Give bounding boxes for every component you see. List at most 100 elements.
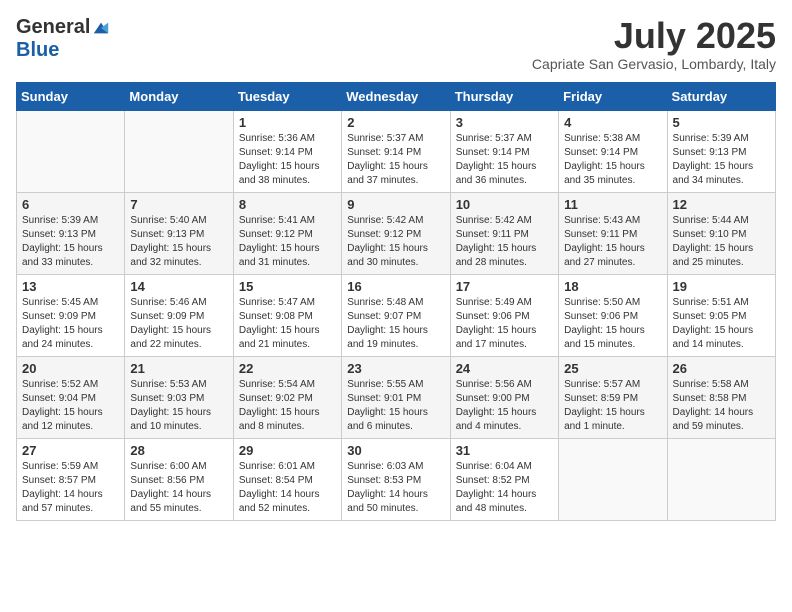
day-number: 30	[347, 443, 444, 458]
calendar-row: 1Sunrise: 5:36 AM Sunset: 9:14 PM Daylig…	[17, 110, 776, 192]
calendar-cell: 4 Sunrise: 5:38 AM Sunset: 9:14 PM Daylig…	[559, 110, 667, 192]
day-number: 21	[130, 361, 227, 376]
day-number: 26	[673, 361, 770, 376]
day-info: Sunrise: 5:42 AM Sunset: 9:12 PM Dayligh…	[347, 214, 444, 270]
day-number: 3	[456, 115, 553, 130]
calendar-cell	[559, 438, 667, 520]
day-number: 28	[130, 443, 227, 458]
day-info: Sunrise: 5:39 AM Sunset: 9:13 PM Dayligh…	[22, 214, 119, 270]
calendar-cell: 20 Sunrise: 5:52 AM Sunset: 9:04 PM Dayli…	[17, 356, 125, 438]
day-number: 19	[673, 279, 770, 294]
calendar-cell: 28 Sunrise: 6:00 AM Sunset: 8:56 PM Dayli…	[125, 438, 233, 520]
calendar-cell: 14 Sunrise: 5:46 AM Sunset: 9:09 PM Dayli…	[125, 274, 233, 356]
calendar-cell: 8Sunrise: 5:41 AM Sunset: 9:12 PM Daylig…	[233, 192, 341, 274]
day-info: Sunrise: 5:56 AM Sunset: 9:00 PM Dayligh…	[456, 378, 553, 434]
calendar-cell: 25Sunrise: 5:57 AM Sunset: 8:59 PM Dayli…	[559, 356, 667, 438]
day-number: 18	[564, 279, 661, 294]
day-number: 17	[456, 279, 553, 294]
day-info: Sunrise: 5:37 AM Sunset: 9:14 PM Dayligh…	[347, 132, 444, 188]
logo-icon	[92, 19, 110, 37]
calendar-row: 6 Sunrise: 5:39 AM Sunset: 9:13 PM Daylig…	[17, 192, 776, 274]
day-number: 31	[456, 443, 553, 458]
subtitle: Capriate San Gervasio, Lombardy, Italy	[532, 56, 776, 72]
day-number: 25	[564, 361, 661, 376]
calendar-cell: 26Sunrise: 5:58 AM Sunset: 8:58 PM Dayli…	[667, 356, 775, 438]
col-header-saturday: Saturday	[667, 82, 775, 110]
calendar-cell: 18 Sunrise: 5:50 AM Sunset: 9:06 PM Dayli…	[559, 274, 667, 356]
calendar: SundayMondayTuesdayWednesdayThursdayFrid…	[16, 82, 776, 521]
col-header-sunday: Sunday	[17, 82, 125, 110]
day-info: Sunrise: 5:40 AM Sunset: 9:13 PM Dayligh…	[130, 214, 227, 270]
day-info: Sunrise: 5:59 AM Sunset: 8:57 PM Dayligh…	[22, 460, 119, 516]
day-number: 13	[22, 279, 119, 294]
calendar-cell: 11 Sunrise: 5:43 AM Sunset: 9:11 PM Dayli…	[559, 192, 667, 274]
header-row: SundayMondayTuesdayWednesdayThursdayFrid…	[17, 82, 776, 110]
day-number: 20	[22, 361, 119, 376]
calendar-cell: 23 Sunrise: 5:55 AM Sunset: 9:01 PM Dayli…	[342, 356, 450, 438]
day-number: 15	[239, 279, 336, 294]
day-info: Sunrise: 5:53 AM Sunset: 9:03 PM Dayligh…	[130, 378, 227, 434]
day-info: Sunrise: 5:46 AM Sunset: 9:09 PM Dayligh…	[130, 296, 227, 352]
day-number: 7	[130, 197, 227, 212]
logo-blue-text: Blue	[16, 39, 59, 62]
day-number: 6	[22, 197, 119, 212]
day-number: 22	[239, 361, 336, 376]
day-number: 5	[673, 115, 770, 130]
calendar-cell: 9 Sunrise: 5:42 AM Sunset: 9:12 PM Daylig…	[342, 192, 450, 274]
day-info: Sunrise: 5:47 AM Sunset: 9:08 PM Dayligh…	[239, 296, 336, 352]
day-number: 23	[347, 361, 444, 376]
logo: General Blue	[16, 16, 110, 62]
day-info: Sunrise: 5:54 AM Sunset: 9:02 PM Dayligh…	[239, 378, 336, 434]
day-info: Sunrise: 5:49 AM Sunset: 9:06 PM Dayligh…	[456, 296, 553, 352]
calendar-cell: 24 Sunrise: 5:56 AM Sunset: 9:00 PM Dayli…	[450, 356, 558, 438]
day-number: 27	[22, 443, 119, 458]
day-info: Sunrise: 5:39 AM Sunset: 9:13 PM Dayligh…	[673, 132, 770, 188]
day-number: 11	[564, 197, 661, 212]
title-area: July 2025 Capriate San Gervasio, Lombard…	[532, 16, 776, 72]
col-header-monday: Monday	[125, 82, 233, 110]
calendar-cell: 29Sunrise: 6:01 AM Sunset: 8:54 PM Dayli…	[233, 438, 341, 520]
calendar-cell: 6 Sunrise: 5:39 AM Sunset: 9:13 PM Daylig…	[17, 192, 125, 274]
calendar-cell: 7 Sunrise: 5:40 AM Sunset: 9:13 PM Daylig…	[125, 192, 233, 274]
day-number: 14	[130, 279, 227, 294]
day-info: Sunrise: 5:38 AM Sunset: 9:14 PM Dayligh…	[564, 132, 661, 188]
day-number: 4	[564, 115, 661, 130]
col-header-friday: Friday	[559, 82, 667, 110]
calendar-cell: 19 Sunrise: 5:51 AM Sunset: 9:05 PM Dayli…	[667, 274, 775, 356]
col-header-thursday: Thursday	[450, 82, 558, 110]
day-info: Sunrise: 5:43 AM Sunset: 9:11 PM Dayligh…	[564, 214, 661, 270]
calendar-cell: 17 Sunrise: 5:49 AM Sunset: 9:06 PM Dayli…	[450, 274, 558, 356]
day-info: Sunrise: 6:04 AM Sunset: 8:52 PM Dayligh…	[456, 460, 553, 516]
calendar-cell: 2 Sunrise: 5:37 AM Sunset: 9:14 PM Daylig…	[342, 110, 450, 192]
day-number: 24	[456, 361, 553, 376]
day-number: 9	[347, 197, 444, 212]
day-number: 12	[673, 197, 770, 212]
calendar-row: 13 Sunrise: 5:45 AM Sunset: 9:09 PM Dayli…	[17, 274, 776, 356]
day-info: Sunrise: 5:42 AM Sunset: 9:11 PM Dayligh…	[456, 214, 553, 270]
day-info: Sunrise: 5:37 AM Sunset: 9:14 PM Dayligh…	[456, 132, 553, 188]
day-info: Sunrise: 6:01 AM Sunset: 8:54 PM Dayligh…	[239, 460, 336, 516]
calendar-cell: 31 Sunrise: 6:04 AM Sunset: 8:52 PM Dayli…	[450, 438, 558, 520]
calendar-row: 27 Sunrise: 5:59 AM Sunset: 8:57 PM Dayli…	[17, 438, 776, 520]
day-info: Sunrise: 5:45 AM Sunset: 9:09 PM Dayligh…	[22, 296, 119, 352]
calendar-cell: 5 Sunrise: 5:39 AM Sunset: 9:13 PM Daylig…	[667, 110, 775, 192]
day-number: 1	[239, 115, 336, 130]
calendar-cell: 13 Sunrise: 5:45 AM Sunset: 9:09 PM Dayli…	[17, 274, 125, 356]
day-info: Sunrise: 5:51 AM Sunset: 9:05 PM Dayligh…	[673, 296, 770, 352]
calendar-cell: 21 Sunrise: 5:53 AM Sunset: 9:03 PM Dayli…	[125, 356, 233, 438]
day-info: Sunrise: 5:50 AM Sunset: 9:06 PM Dayligh…	[564, 296, 661, 352]
calendar-cell: 1Sunrise: 5:36 AM Sunset: 9:14 PM Daylig…	[233, 110, 341, 192]
calendar-cell: 27 Sunrise: 5:59 AM Sunset: 8:57 PM Dayli…	[17, 438, 125, 520]
calendar-cell: 16Sunrise: 5:48 AM Sunset: 9:07 PM Dayli…	[342, 274, 450, 356]
day-info: Sunrise: 5:55 AM Sunset: 9:01 PM Dayligh…	[347, 378, 444, 434]
day-info: Sunrise: 5:48 AM Sunset: 9:07 PM Dayligh…	[347, 296, 444, 352]
day-number: 8	[239, 197, 336, 212]
calendar-cell	[125, 110, 233, 192]
day-info: Sunrise: 6:00 AM Sunset: 8:56 PM Dayligh…	[130, 460, 227, 516]
day-number: 2	[347, 115, 444, 130]
calendar-row: 20 Sunrise: 5:52 AM Sunset: 9:04 PM Dayli…	[17, 356, 776, 438]
calendar-cell: 15 Sunrise: 5:47 AM Sunset: 9:08 PM Dayli…	[233, 274, 341, 356]
header: General Blue July 2025 Capriate San Gerv…	[16, 16, 776, 72]
day-info: Sunrise: 5:52 AM Sunset: 9:04 PM Dayligh…	[22, 378, 119, 434]
month-title: July 2025	[532, 16, 776, 56]
